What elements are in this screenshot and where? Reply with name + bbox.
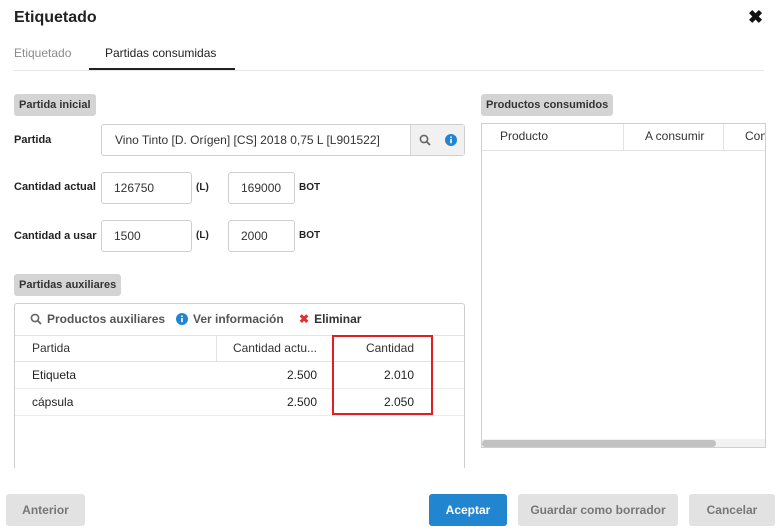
eliminar-button[interactable]: ✖ Eliminar	[299, 312, 361, 326]
grid-divider	[482, 150, 765, 151]
cantidad-usar-bot-field[interactable]: 2000	[228, 220, 295, 252]
column-header-cantidad-actual[interactable]: Cantidad actu...	[218, 341, 317, 355]
search-icon[interactable]	[410, 125, 438, 155]
anterior-button[interactable]: Anterior	[6, 494, 85, 526]
column-header-partida[interactable]: Partida	[32, 341, 70, 355]
productos-auxiliares-button[interactable]: Productos auxiliares	[30, 312, 165, 326]
column-separator	[216, 336, 217, 361]
productos-auxiliares-label: Productos auxiliares	[47, 312, 166, 326]
cantidad-actual-l-field[interactable]: 126750	[101, 172, 192, 204]
aceptar-button[interactable]: Aceptar	[429, 494, 507, 526]
partida-field[interactable]: Vino Tinto [D. Orígen] [CS] 2018 0,75 L …	[101, 124, 465, 156]
cancelar-button[interactable]: Cancelar	[689, 494, 775, 526]
partida-value: Vino Tinto [D. Orígen] [CS] 2018 0,75 L …	[115, 133, 380, 147]
column-separator	[723, 124, 724, 150]
info-icon	[176, 313, 188, 325]
unit-bot-label-2: BOT	[299, 230, 321, 241]
column-header-producto[interactable]: Producto	[500, 129, 548, 143]
close-icon[interactable]: ✖	[748, 7, 763, 28]
dialog-title: Etiquetado	[14, 9, 97, 26]
unit-l-label: (L)	[196, 182, 209, 193]
column-separator	[623, 124, 624, 150]
partida-inicial-header: Partida inicial	[14, 94, 96, 116]
column-header-a-consumir[interactable]: A consumir	[645, 129, 704, 143]
row-2-actual: 2.500	[286, 395, 317, 409]
unit-bot-label: BOT	[299, 182, 321, 193]
cantidad-actual-label: Cantidad actual	[14, 181, 96, 193]
eliminar-label: Eliminar	[314, 312, 362, 326]
guardar-borrador-button[interactable]: Guardar como borrador	[518, 494, 678, 526]
info-icon[interactable]	[438, 125, 464, 155]
active-tab-indicator	[89, 68, 235, 70]
tab-partidas-consumidas[interactable]: Partidas consumidas	[105, 46, 216, 60]
tabs-divider	[14, 70, 764, 71]
row-1-actual: 2.500	[286, 368, 317, 382]
ver-informacion-label: Ver información	[193, 312, 284, 326]
highlight-box	[332, 335, 433, 415]
scrollbar-thumb[interactable]	[482, 440, 716, 447]
column-header-con[interactable]: Con	[745, 129, 765, 143]
row-1-partida: Etiqueta	[32, 368, 77, 382]
row-divider	[15, 415, 464, 416]
row-2-partida: cápsula	[32, 395, 74, 409]
partida-label: Partida	[14, 134, 52, 146]
ver-informacion-button[interactable]: Ver información	[176, 312, 284, 326]
cantidad-usar-label: Cantidad a usar	[14, 230, 97, 242]
partidas-auxiliares-header: Partidas auxiliares	[14, 274, 122, 296]
horizontal-scrollbar[interactable]	[482, 439, 765, 447]
productos-consumidos-grid: Producto A consumir Con	[481, 123, 766, 448]
search-icon	[30, 313, 42, 325]
productos-consumidos-header: Productos consumidos	[481, 94, 614, 116]
delete-icon: ✖	[299, 312, 310, 326]
tab-etiquetado[interactable]: Etiquetado	[14, 46, 71, 60]
cantidad-usar-l-field[interactable]: 1500	[101, 220, 192, 252]
cantidad-actual-bot-field[interactable]: 169000	[228, 172, 295, 204]
unit-l-label-2: (L)	[196, 230, 209, 241]
